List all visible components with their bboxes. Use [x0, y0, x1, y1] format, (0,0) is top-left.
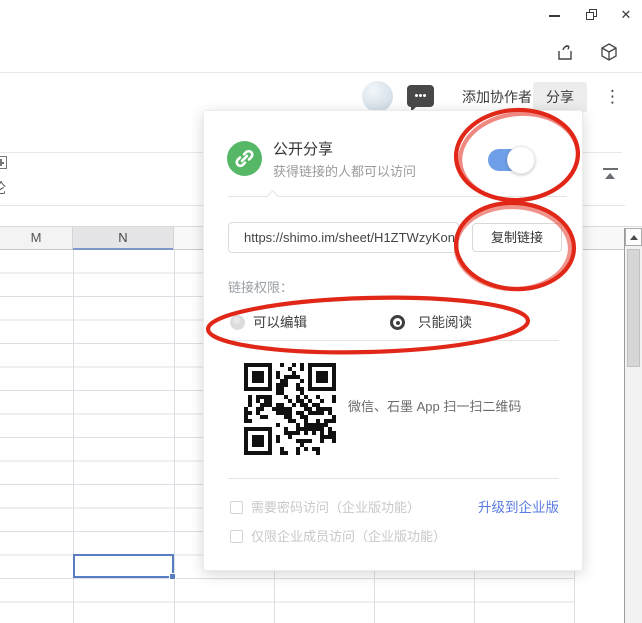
members-only-row: 仅限企业成员访问（企业版功能） — [204, 529, 582, 545]
public-share-toggle[interactable] — [488, 146, 535, 174]
public-link-icon — [227, 141, 262, 176]
permission-radio-group: 可以编辑 只能阅读 — [204, 315, 582, 331]
upgrade-enterprise-link[interactable]: 升级到企业版 — [478, 500, 559, 516]
qr-caption: 微信、石墨 App 扫一扫二维码 — [348, 399, 522, 414]
fill-handle[interactable] — [169, 573, 176, 580]
minimize-button-icon[interactable] — [546, 6, 564, 24]
share-button[interactable]: 分享 — [533, 82, 587, 112]
toolbar-top-border — [0, 72, 642, 73]
comments-icon[interactable] — [407, 85, 434, 112]
qr-code — [244, 363, 336, 455]
password-access-checkbox[interactable] — [230, 501, 243, 514]
password-access-label: 需要密码访问（企业版功能） — [251, 500, 421, 515]
radio-section-divider — [228, 340, 559, 341]
column-header-m[interactable]: M — [0, 227, 73, 249]
divider-caret — [266, 190, 279, 203]
column-header-n[interactable]: N — [73, 227, 174, 250]
radio-can-edit[interactable] — [230, 315, 245, 330]
radio-read-only[interactable] — [390, 315, 405, 330]
comment-label-fragment[interactable]: 论 — [0, 178, 6, 198]
add-collaborator-button[interactable]: 添加协作者 — [462, 82, 532, 112]
members-only-checkbox[interactable] — [230, 530, 243, 543]
header-divider — [228, 190, 567, 203]
more-menu-icon[interactable]: ⋮ — [604, 84, 621, 110]
dialog-subtitle: 获得链接的人都可以访问 — [273, 164, 417, 179]
collapse-toolbar-icon[interactable] — [601, 165, 621, 185]
close-button-icon[interactable]: ✕ — [617, 6, 635, 24]
share-url-input[interactable]: https://shimo.im/sheet/H1ZTWzyKonUr — [228, 222, 459, 253]
scrollbar-up-arrow[interactable] — [625, 228, 642, 246]
restore-window-button-icon[interactable] — [582, 6, 600, 24]
radio-can-edit-label[interactable]: 可以编辑 — [253, 315, 307, 331]
link-permission-label: 链接权限： — [228, 280, 294, 295]
password-access-row: 需要密码访问（企业版功能） 升级到企业版 — [204, 500, 582, 516]
selected-cell[interactable] — [73, 554, 176, 580]
copy-link-button[interactable]: 复制链接 — [472, 223, 562, 252]
scrollbar-thumb[interactable] — [627, 249, 640, 367]
export-share-icon[interactable] — [555, 42, 575, 62]
members-only-label: 仅限企业成员访问（企业版功能） — [251, 529, 447, 544]
insert-icon-fragment[interactable] — [0, 156, 7, 169]
qr-section-divider — [228, 478, 559, 479]
share-dialog: 公开分享 获得链接的人都可以访问 https://shimo.im/sheet/… — [203, 110, 583, 571]
dialog-title: 公开分享 — [273, 141, 334, 158]
radio-read-only-label[interactable]: 只能阅读 — [418, 315, 472, 331]
cube-icon[interactable] — [599, 42, 619, 62]
user-avatar[interactable] — [362, 81, 393, 112]
